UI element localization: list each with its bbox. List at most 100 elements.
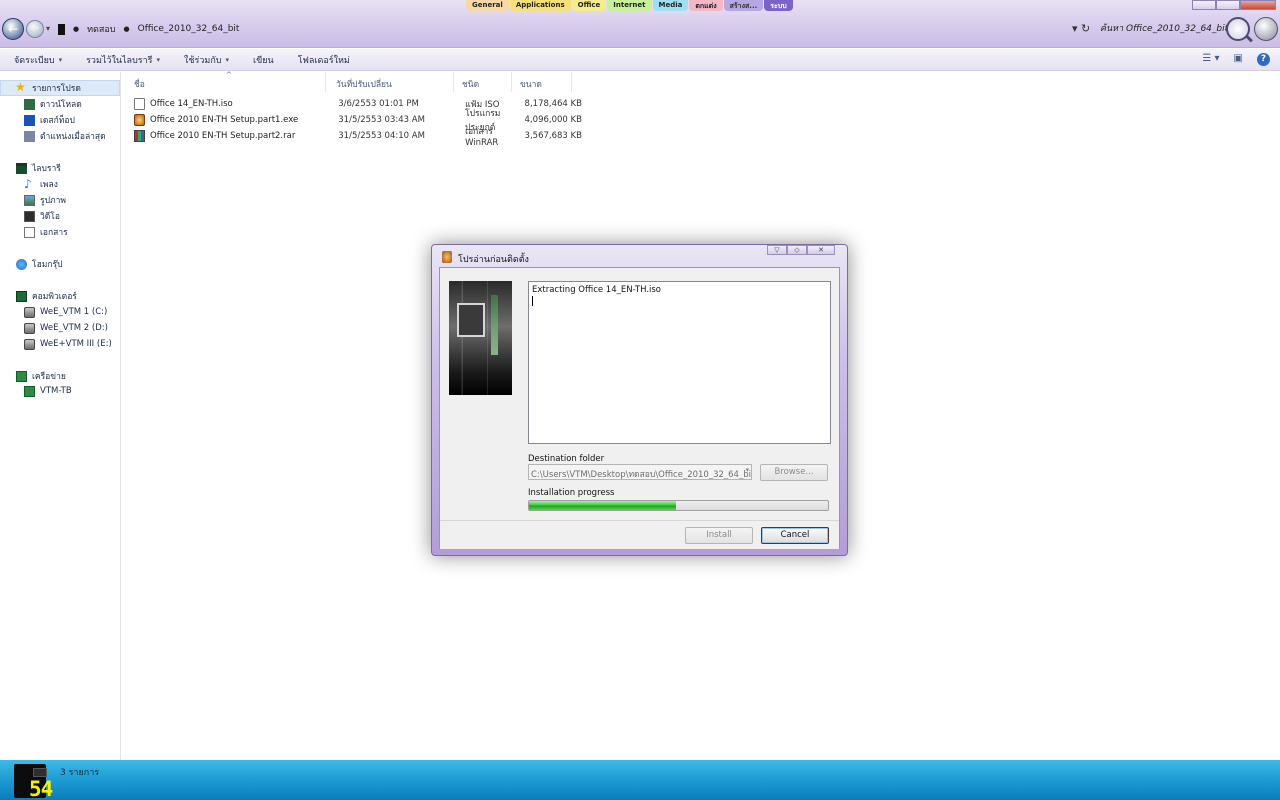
file-size: 4,096,000 KB <box>524 114 582 125</box>
file-type: เอกสาร WinRAR <box>465 126 499 148</box>
nav-favorites[interactable]: ★ รายการโปรด <box>0 80 120 96</box>
nav-label: WeE_VTM 1 (C:) <box>40 307 108 317</box>
column-header-size[interactable]: ขนาด <box>512 72 572 92</box>
search-icon[interactable] <box>1226 17 1250 41</box>
nav-label: ไลบรารี <box>32 164 61 174</box>
minimize-button[interactable] <box>1192 0 1216 10</box>
star-icon: ★ <box>15 80 26 94</box>
nav-desktop[interactable]: เดสก์ท็อป <box>0 112 120 128</box>
item-count: 3 รายการ <box>60 768 100 778</box>
homegroup-icon <box>16 258 27 270</box>
clock-widget-top <box>33 768 47 777</box>
launcher-tab-media[interactable]: Media <box>652 0 689 11</box>
nav-downloads[interactable]: ดาวน์โหลด <box>0 96 120 112</box>
nav-network-pc[interactable]: VTM-TB <box>0 383 120 399</box>
extraction-log[interactable]: Extracting Office 14_EN-TH.iso <box>528 281 831 444</box>
nav-libraries[interactable]: ไลบรารี <box>0 160 120 176</box>
column-headers: ^ ชื่อ วันที่ปรับเปลี่ยน ชนิด ขนาด <box>122 71 582 92</box>
share-with-label: ใช้ร่วมกับ <box>184 55 222 66</box>
file-name: Office 14_EN-TH.iso <box>150 98 233 109</box>
nav-music[interactable]: ♪ เพลง <box>0 176 120 192</box>
chevron-down-icon: ▾ <box>156 55 161 64</box>
cancel-button[interactable]: Cancel <box>761 527 829 544</box>
installer-app-icon <box>442 251 452 263</box>
launcher-tab-internet[interactable]: Internet <box>607 0 652 11</box>
breadcrumb[interactable]: ● ทดสอบ ● Office_2010_32_64_bit <box>58 19 1098 39</box>
nav-videos[interactable]: วิดีโอ <box>0 208 120 224</box>
include-library-button[interactable]: รวมไว้ในไลบรารี ▾ <box>86 53 160 67</box>
dialog-minimize-button[interactable]: ▽ <box>767 245 787 255</box>
launcher-tab-applications[interactable]: Applications <box>509 0 571 11</box>
file-name: Office 2010 EN-TH Setup.part1.exe <box>150 114 299 125</box>
close-button[interactable] <box>1240 0 1276 10</box>
video-icon <box>24 210 35 222</box>
forward-button[interactable]: → <box>26 20 44 38</box>
nav-label: คอมพิวเตอร์ <box>32 292 77 302</box>
sort-ascending-icon: ^ <box>226 71 232 79</box>
back-button[interactable]: ← <box>2 18 24 40</box>
window-controls <box>1192 0 1276 10</box>
nav-drive-d[interactable]: WeE_VTM 2 (D:) <box>0 320 120 336</box>
progress-fill <box>529 501 676 510</box>
hard-drive-icon <box>24 322 35 334</box>
clock-seconds: 54 <box>29 777 53 800</box>
file-name: Office 2010 EN-TH Setup.part2.rar <box>150 130 296 141</box>
nav-label: เครือข่าย <box>32 372 66 382</box>
preview-pane-icon[interactable]: ▣ <box>1234 53 1243 66</box>
computer-icon <box>16 290 27 302</box>
nav-recent[interactable]: ตำแหน่งเมื่อล่าสุด <box>0 128 120 144</box>
nav-network[interactable]: เครือข่าย <box>0 368 120 384</box>
nav-computer[interactable]: คอมพิวเตอร์ <box>0 288 120 304</box>
launcher-tab-general[interactable]: General <box>466 0 509 11</box>
include-library-label: รวมไว้ในไลบรารี <box>86 55 153 66</box>
nav-label: WeE+VTM III (E:) <box>40 339 112 349</box>
nav-pictures[interactable]: รูปภาพ <box>0 192 120 208</box>
organize-button[interactable]: จัดระเบียบ ▾ <box>14 53 62 67</box>
nav-label: รูปภาพ <box>40 196 66 206</box>
downloads-folder-icon <box>24 98 35 110</box>
view-options-icon[interactable]: ☰ ▾ <box>1202 53 1219 66</box>
launcher-tab-create[interactable]: สร้างส... <box>723 0 764 11</box>
folder-icon <box>58 23 65 35</box>
file-date: 31/5/2553 04:10 AM <box>338 130 425 141</box>
destination-folder-input: C:\Users\VTM\Desktop\ทดสอบ\Office_2010_3… <box>528 464 752 480</box>
column-header-label: ชื่อ <box>134 80 145 90</box>
breadcrumb-item-current[interactable]: Office_2010_32_64_bit <box>138 24 240 34</box>
help-icon[interactable]: ? <box>1257 53 1270 66</box>
share-with-button[interactable]: ใช้ร่วมกับ ▾ <box>184 53 229 67</box>
text-caret <box>532 296 533 306</box>
burn-button[interactable]: เขียน <box>253 53 274 67</box>
column-header-label: ขนาด <box>520 80 542 90</box>
dialog-title: โปรอ่านก่อนติดตั้ง <box>458 255 529 265</box>
library-icon <box>16 162 27 174</box>
nav-label: WeE_VTM 2 (D:) <box>40 323 108 333</box>
column-header-type[interactable]: ชนิด <box>454 72 512 92</box>
dialog-body: Extracting Office 14_EN-TH.iso Destinati… <box>439 267 840 549</box>
network-icon <box>16 370 27 382</box>
new-folder-button[interactable]: โฟลเดอร์ใหม่ <box>298 53 350 67</box>
nav-drive-c[interactable]: WeE_VTM 1 (C:) <box>0 304 120 320</box>
nav-documents[interactable]: เอกสาร <box>0 224 120 240</box>
file-size: 8,178,464 KB <box>524 98 582 109</box>
refresh-icon[interactable]: ▾ ↻ <box>1072 22 1090 35</box>
burn-label: เขียน <box>253 55 274 66</box>
file-row[interactable]: Office 2010 EN-TH Setup.part2.rar 31/5/2… <box>134 127 584 148</box>
recent-pages-dropdown[interactable]: ▾ <box>46 24 50 33</box>
dialog-maximize-button[interactable]: ◇ <box>787 245 807 255</box>
nav-homegroup[interactable]: โฮมกรุ๊ป <box>0 256 120 272</box>
maximize-button[interactable] <box>1216 0 1240 10</box>
launcher-tab-system[interactable]: ระบบ <box>764 0 793 11</box>
nav-label: ตำแหน่งเมื่อล่าสุด <box>40 132 106 142</box>
launcher-tab-office[interactable]: Office <box>571 0 607 11</box>
file-date: 31/5/2553 03:43 AM <box>338 114 425 125</box>
network-computer-icon <box>24 385 35 397</box>
breadcrumb-item-test[interactable]: ทดสอบ <box>87 22 115 36</box>
column-header-date[interactable]: วันที่ปรับเปลี่ยน <box>326 72 454 92</box>
column-header-name[interactable]: ^ ชื่อ <box>122 71 326 92</box>
favorites-orb-icon[interactable] <box>1254 17 1278 41</box>
chevron-down-icon: ▾ <box>58 55 63 64</box>
nav-drive-e[interactable]: WeE+VTM III (E:) <box>0 336 120 352</box>
launcher-tab-decorate[interactable]: ตกแต่ง <box>689 0 723 11</box>
pictures-icon <box>24 194 35 206</box>
dialog-close-button[interactable]: ✕ <box>807 245 835 255</box>
